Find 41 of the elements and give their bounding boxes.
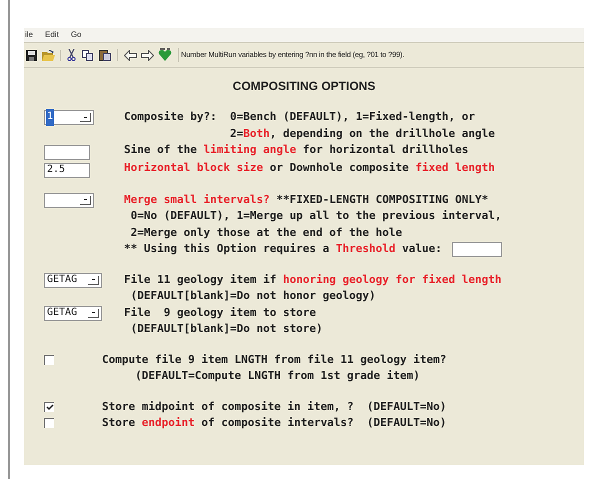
clipboard-icon[interactable]	[99, 49, 111, 61]
checkbox[interactable]	[44, 418, 54, 428]
scissors-icon[interactable]	[67, 49, 76, 61]
dropdown[interactable]: 1	[44, 110, 94, 125]
dropdown[interactable]: GETAG	[44, 306, 102, 320]
option-text: (DEFAULT=Compute LNGTH from 1st grade item)	[134, 368, 420, 384]
dropdown[interactable]	[44, 192, 94, 208]
input-field[interactable]	[44, 144, 90, 160]
option-text: 0=No (DEFAULT), 1=Merge up all to the previous interval,	[130, 208, 502, 224]
option-text: Horizontal block size or Downhole composite fixed length	[124, 160, 495, 176]
option-text: 2=Both, depending on the drillhole angle	[228, 126, 495, 142]
option-text: Merge small intervals? **FIXED-LENGTH COMPOSITING ONLY*	[124, 192, 488, 208]
dropdown-caret-icon[interactable]	[80, 113, 91, 122]
back-arrow-icon[interactable]	[124, 50, 137, 60]
dropdown-caret-icon[interactable]	[80, 196, 91, 204]
option-text: Sine of the limiting angle for horizontal drillholes	[124, 142, 468, 158]
checkbox[interactable]	[44, 354, 54, 364]
option-text: Compute file 9 item LNGTH from file 11 geology item?	[102, 352, 446, 368]
option-text: ** Using this Option requires a Threshold value:	[124, 241, 442, 257]
dropdown[interactable]: GETAG	[44, 272, 102, 288]
option-text: File 11 geology item if honoring geology for fixed length	[124, 272, 502, 288]
forward-arrow-icon[interactable]	[141, 50, 154, 60]
dropdown-caret-icon[interactable]	[88, 276, 100, 284]
open-folder-icon[interactable]	[42, 50, 55, 60]
menu-item[interactable]: Edit	[45, 29, 59, 41]
option-text: (DEFAULT[blank]=Do not store)	[130, 321, 323, 337]
menu-item[interactable]: Go	[70, 29, 82, 41]
option-text: Composite by?: 0=Bench (DEFAULT), 1=Fixed-length, or	[124, 109, 475, 125]
checkbox[interactable]	[44, 402, 54, 412]
input-field[interactable]: 2.5	[44, 162, 90, 178]
form-title: COMPOSITING OPTIONS	[232, 78, 376, 95]
option-text: Store endpoint of composite intervals? (DEFAULT=No)	[102, 415, 446, 431]
option-text: File 9 geology item to store	[124, 304, 316, 320]
option-text: 2=Merge only those at the end of the hole	[130, 224, 402, 240]
input-field[interactable]	[452, 242, 502, 257]
heart-icon[interactable]	[158, 48, 172, 62]
copy-icon[interactable]	[82, 50, 93, 60]
dropdown-caret-icon[interactable]	[88, 308, 100, 318]
option-text: (DEFAULT[blank]=Do not honor geology)	[130, 288, 376, 304]
menu-item[interactable]: ile	[25, 29, 34, 41]
option-text: Store midpoint of composite in item, ? (DEFAULT=No)	[102, 398, 446, 414]
